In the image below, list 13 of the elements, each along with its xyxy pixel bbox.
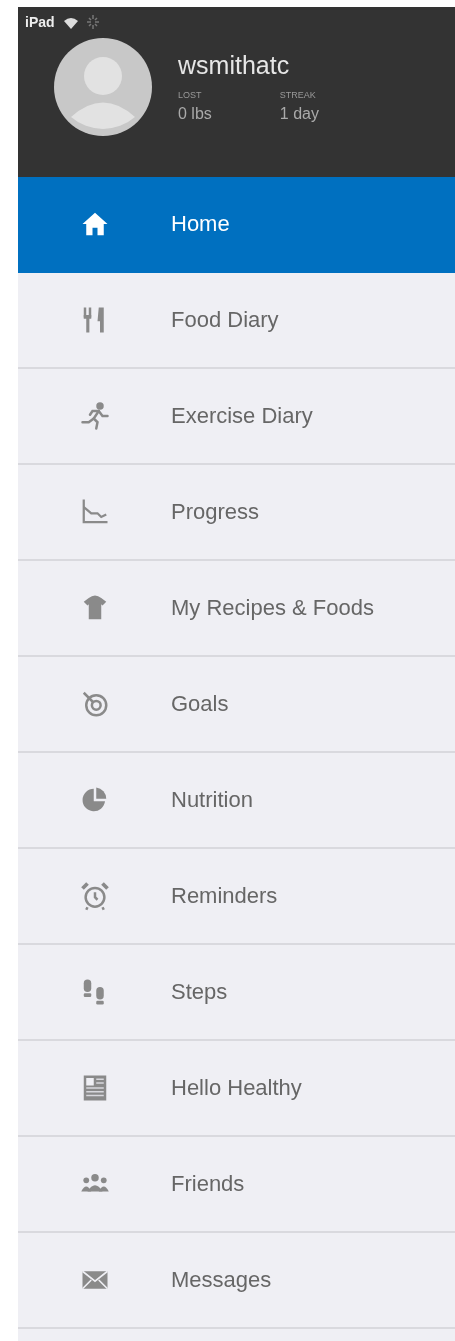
stat-label: LOST bbox=[178, 90, 203, 100]
wifi-icon bbox=[62, 15, 79, 29]
loading-icon bbox=[86, 15, 99, 29]
target-icon bbox=[80, 689, 110, 719]
device-name: iPad bbox=[25, 14, 55, 30]
menu-item[interactable]: Home bbox=[18, 177, 455, 273]
avatar-icon bbox=[54, 38, 152, 136]
username: wsmithatc bbox=[178, 51, 291, 80]
alarm-clock-icon bbox=[80, 881, 110, 911]
runner-icon bbox=[80, 401, 110, 431]
stat-label: STREAK bbox=[279, 90, 317, 100]
stat-value: 1 day bbox=[279, 105, 319, 123]
stat-value: 0 lbs bbox=[178, 105, 212, 123]
